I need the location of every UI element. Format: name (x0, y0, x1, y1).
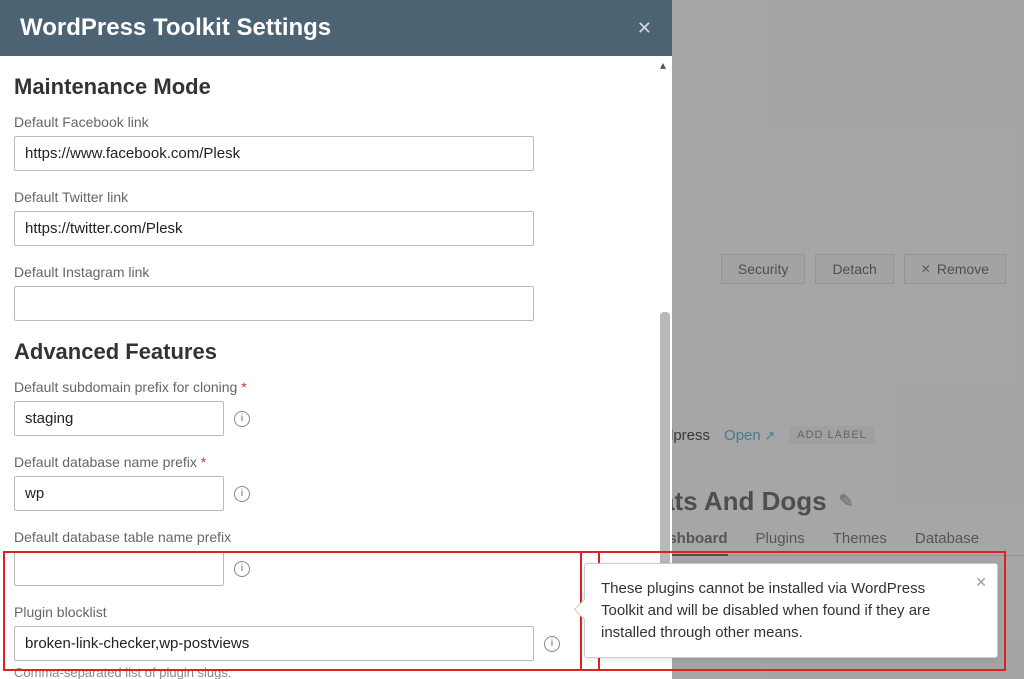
info-icon[interactable]: i (234, 486, 250, 502)
modal-title: WordPress Toolkit Settings (20, 14, 331, 42)
info-icon[interactable]: i (544, 636, 560, 652)
instagram-label: Default Instagram link (14, 264, 652, 280)
modal-body: Maintenance Mode Default Facebook link D… (0, 56, 672, 679)
required-icon: * (201, 454, 206, 470)
close-icon[interactable]: ✕ (637, 18, 652, 39)
subdomain-label-text: Default subdomain prefix for cloning (14, 379, 237, 395)
dbname-input[interactable] (14, 476, 224, 511)
facebook-field: Default Facebook link (14, 114, 652, 171)
modal-header: WordPress Toolkit Settings ✕ (0, 0, 672, 56)
info-icon[interactable]: i (234, 561, 250, 577)
blocklist-input[interactable] (14, 626, 534, 661)
dbname-label-text: Default database name prefix (14, 454, 197, 470)
instagram-field: Default Instagram link (14, 264, 652, 321)
blocklist-helper: Comma-separated list of plugin slugs. (14, 665, 652, 679)
dbtable-label: Default database table name prefix (14, 529, 652, 545)
settings-modal: WordPress Toolkit Settings ✕ ▴ Maintenan… (0, 0, 672, 679)
twitter-input[interactable] (14, 211, 534, 246)
dbname-field: Default database name prefix * i (14, 454, 652, 511)
facebook-input[interactable] (14, 136, 534, 171)
blocklist-tooltip: ✕ These plugins cannot be installed via … (584, 563, 998, 658)
twitter-label: Default Twitter link (14, 189, 652, 205)
subdomain-field: Default subdomain prefix for cloning * i (14, 379, 652, 436)
facebook-label: Default Facebook link (14, 114, 652, 130)
advanced-features-heading: Advanced Features (14, 339, 652, 365)
tooltip-close-icon[interactable]: ✕ (975, 572, 987, 592)
subdomain-label: Default subdomain prefix for cloning * (14, 379, 652, 395)
blocklist-field: Plugin blocklist i Comma-separated list … (14, 604, 652, 679)
required-icon: * (241, 379, 246, 395)
info-icon[interactable]: i (234, 411, 250, 427)
dbtable-field: Default database table name prefix i (14, 529, 652, 586)
blocklist-label: Plugin blocklist (14, 604, 652, 620)
maintenance-mode-heading: Maintenance Mode (14, 74, 652, 100)
twitter-field: Default Twitter link (14, 189, 652, 246)
instagram-input[interactable] (14, 286, 534, 321)
tooltip-text: These plugins cannot be installed via Wo… (601, 580, 930, 641)
subdomain-input[interactable] (14, 401, 224, 436)
dbtable-input[interactable] (14, 551, 224, 586)
dbname-label: Default database name prefix * (14, 454, 652, 470)
